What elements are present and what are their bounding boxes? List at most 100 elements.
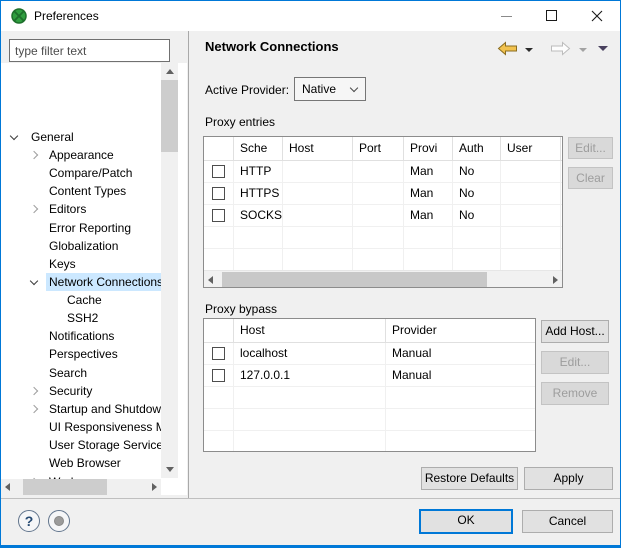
scroll-down-icon: [166, 467, 174, 472]
scroll-right-icon: [152, 483, 157, 491]
proxy-bypass-remove-button[interactable]: Remove: [541, 382, 609, 405]
column-header[interactable]: Host: [234, 319, 386, 342]
sidebar-item-security[interactable]: Security: [1, 382, 161, 400]
column-header[interactable]: User: [501, 137, 561, 160]
tree-chevron-icon[interactable]: [27, 200, 43, 218]
preference-recorder-button[interactable]: [48, 510, 70, 532]
footer-divider: [1, 498, 620, 499]
tree-chevron-icon: [27, 345, 43, 363]
column-header[interactable]: Port: [353, 137, 404, 160]
cancel-button[interactable]: Cancel: [522, 510, 613, 533]
header-checkbox-column: [204, 137, 234, 160]
tree-chevron-icon: [27, 255, 43, 273]
active-provider-select[interactable]: Native: [294, 77, 366, 101]
proxy-entries-clear-button[interactable]: Clear: [568, 167, 613, 189]
ok-button[interactable]: OK: [419, 509, 513, 534]
add-host-button[interactable]: Add Host...: [541, 320, 609, 343]
tree-chevron-icon: [27, 454, 43, 472]
sidebar-item-keys[interactable]: Keys: [1, 255, 161, 273]
sidebar-item-user-storage-service[interactable]: User Storage Service: [1, 436, 161, 454]
scroll-up-icon: [166, 69, 174, 74]
minimize-icon: [501, 16, 512, 17]
sidebar-item-editors[interactable]: Editors: [1, 200, 161, 218]
filter-input[interactable]: [9, 39, 170, 62]
sidebar-item-content-types[interactable]: Content Types: [1, 182, 161, 200]
sidebar-item-cache[interactable]: Cache: [1, 291, 161, 309]
sidebar-item-search[interactable]: Search: [1, 364, 161, 382]
page-title: Network Connections: [205, 39, 339, 54]
scrollbar-thumb[interactable]: [222, 272, 487, 287]
sidebar-item-startup-and-shutdown[interactable]: Startup and Shutdown: [1, 400, 161, 418]
table-row[interactable]: SOCKS Man No: [204, 205, 562, 227]
sidebar-item-perspectives[interactable]: Perspectives: [1, 345, 161, 363]
proxy-entries-edit-button[interactable]: Edit...: [568, 137, 613, 159]
empty-row: [204, 249, 562, 271]
table-row[interactable]: localhost Manual: [204, 343, 535, 365]
titlebar[interactable]: Preferences: [1, 1, 620, 31]
tree-horizontal-scrollbar[interactable]: [1, 479, 161, 495]
back-menu-icon[interactable]: [525, 48, 533, 52]
row-checkbox[interactable]: [212, 369, 225, 382]
proxy-bypass-edit-button[interactable]: Edit...: [541, 351, 609, 374]
sidebar-item-compare-patch[interactable]: Compare/Patch: [1, 164, 161, 182]
empty-row: [204, 227, 562, 249]
back-button[interactable]: [497, 41, 518, 57]
sidebar-item-globalization[interactable]: Globalization: [1, 237, 161, 255]
apply-button[interactable]: Apply: [524, 467, 613, 490]
tree-chevron-icon: [27, 182, 43, 200]
preferences-dialog: Preferences General Appearance Compare/P…: [0, 0, 621, 548]
scroll-left-icon: [208, 276, 213, 284]
sidebar-item-network-connections[interactable]: Network Connections: [1, 273, 161, 291]
row-checkbox[interactable]: [212, 165, 225, 178]
proxy-bypass-header: Host Provider: [204, 319, 535, 343]
preference-tree: General Appearance Compare/Patch Content…: [1, 63, 187, 495]
tree-chevron-icon: [27, 237, 43, 255]
sidebar-item-ssh2[interactable]: SSH2: [1, 309, 161, 327]
sidebar-item-ui-responsiveness-monitoring[interactable]: UI Responsiveness Monitoring: [1, 418, 161, 436]
column-header[interactable]: Provider: [386, 319, 535, 342]
proxy-bypass-table: Host Provider localhost Manual 127.0.0.1…: [203, 318, 536, 452]
tree-chevron-icon: [27, 327, 43, 345]
tree-chevron-icon: [27, 364, 43, 382]
maximize-button[interactable]: [529, 1, 574, 30]
tree-chevron-icon[interactable]: [27, 146, 43, 164]
sidebar-divider: [188, 31, 189, 498]
tree-chevron-icon[interactable]: [7, 128, 23, 146]
row-checkbox[interactable]: [212, 187, 225, 200]
sidebar-item-notifications[interactable]: Notifications: [1, 327, 161, 345]
sidebar-item-appearance[interactable]: Appearance: [1, 146, 161, 164]
empty-row: [204, 387, 535, 409]
row-checkbox[interactable]: [212, 347, 225, 360]
scrollbar-thumb[interactable]: [23, 479, 107, 495]
column-header[interactable]: Provi: [404, 137, 453, 160]
tree-vertical-scrollbar[interactable]: [161, 63, 178, 478]
scroll-right-icon: [553, 276, 558, 284]
table-row[interactable]: HTTPS Man No: [204, 183, 562, 205]
active-provider-value: Native: [302, 82, 336, 96]
minimize-button[interactable]: [484, 1, 529, 30]
table-row[interactable]: HTTP Man No: [204, 161, 562, 183]
forward-menu-icon[interactable]: [579, 48, 587, 52]
sidebar-item-general[interactable]: General: [1, 128, 161, 146]
tree-chevron-icon: [27, 436, 43, 454]
proxy-entries-header: Sche Host Port Provi Auth User: [204, 137, 562, 161]
table-row[interactable]: 127.0.0.1 Manual: [204, 365, 535, 387]
view-menu-icon[interactable]: [598, 46, 608, 51]
sidebar-item-web-browser[interactable]: Web Browser: [1, 454, 161, 472]
help-button[interactable]: ?: [18, 510, 40, 532]
forward-button[interactable]: [550, 41, 571, 57]
close-button[interactable]: [574, 1, 619, 30]
restore-defaults-button[interactable]: Restore Defaults: [421, 467, 518, 490]
tree-chevron-icon[interactable]: [27, 273, 43, 291]
column-header[interactable]: Sche: [234, 137, 283, 160]
scrollbar-thumb[interactable]: [161, 80, 178, 152]
column-header[interactable]: Host: [283, 137, 353, 160]
tree-chevron-icon[interactable]: [27, 400, 43, 418]
combo-chevron-icon: [350, 84, 358, 92]
preferences-app-icon: [11, 8, 27, 24]
sidebar-item-error-reporting[interactable]: Error Reporting: [1, 219, 161, 237]
column-header[interactable]: Auth: [453, 137, 501, 160]
tree-chevron-icon[interactable]: [27, 382, 43, 400]
proxy-entries-horizontal-scrollbar[interactable]: [204, 270, 562, 287]
row-checkbox[interactable]: [212, 209, 225, 222]
